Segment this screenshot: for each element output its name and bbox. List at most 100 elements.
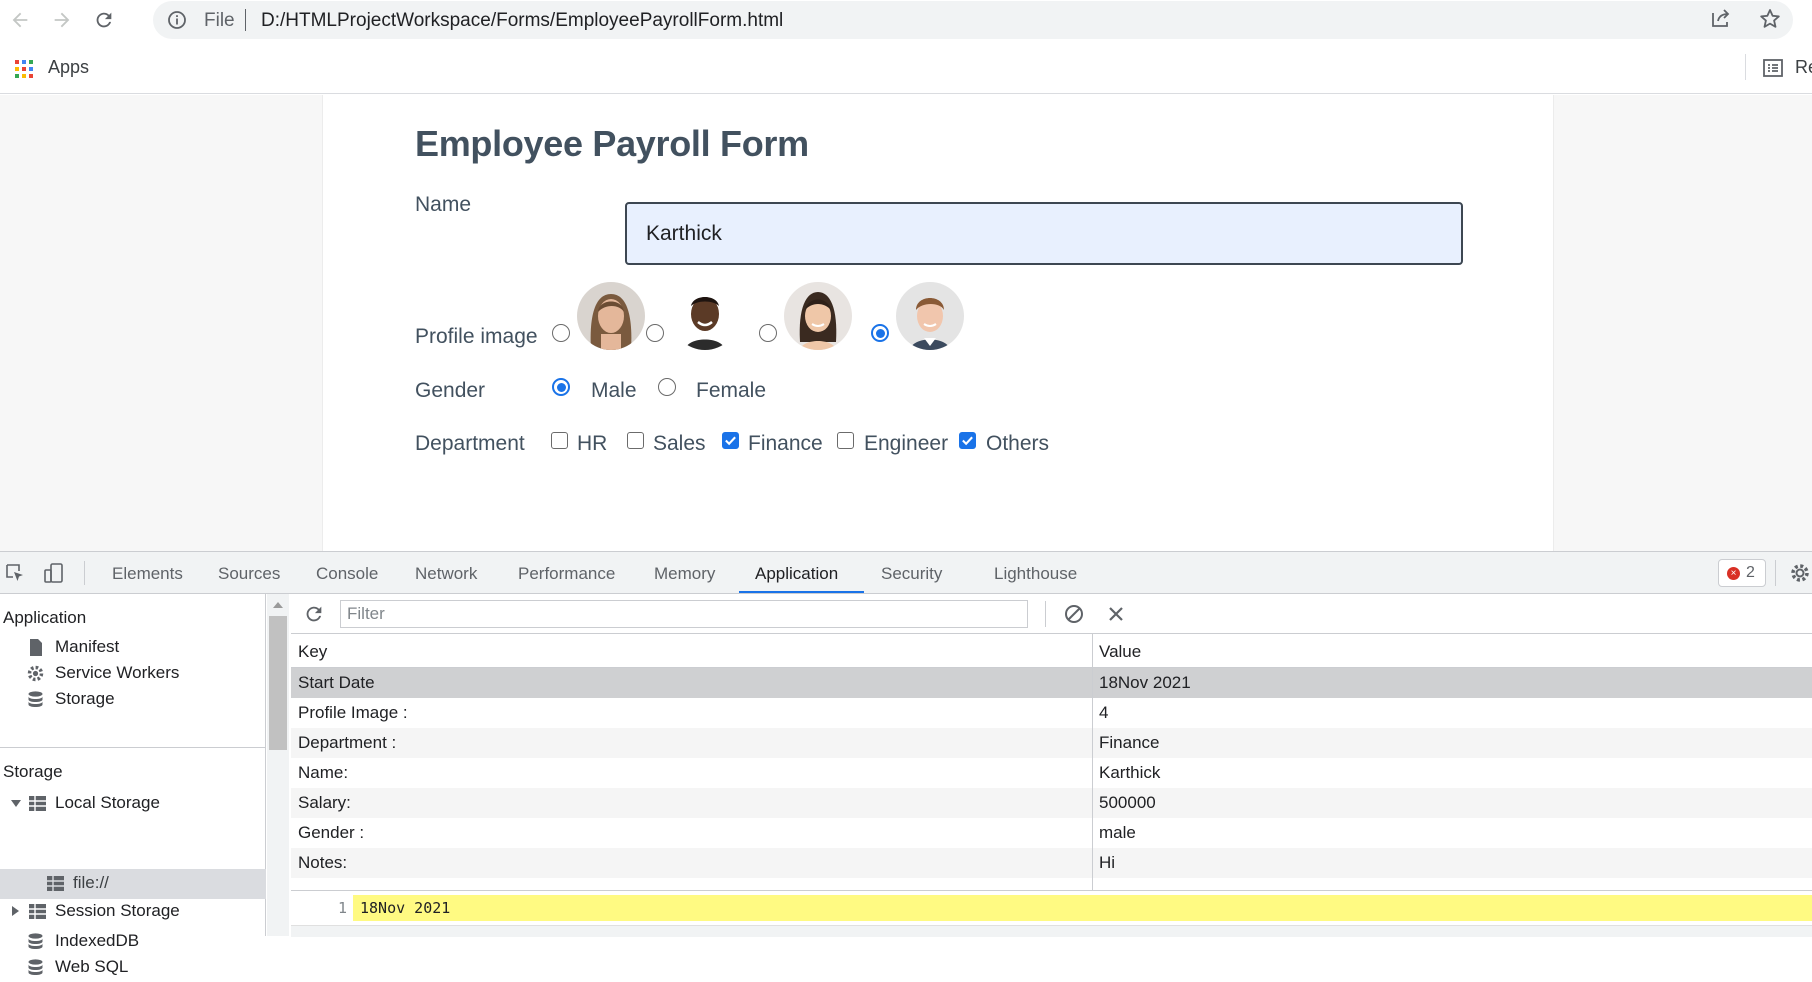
table-row[interactable]: Start Date 18Nov 2021 [291, 668, 1812, 698]
department-engineer-checkbox[interactable] [837, 432, 854, 449]
reading-list-icon[interactable] [1761, 56, 1785, 80]
department-finance-checkbox[interactable] [722, 432, 739, 449]
sidebar-item-label: Web SQL [55, 957, 129, 976]
table-icon [29, 796, 46, 811]
tab-memory[interactable]: Memory [654, 564, 715, 584]
tab-security[interactable]: Security [881, 564, 942, 584]
column-divider[interactable] [1092, 634, 1093, 890]
collapse-arrow-icon[interactable] [12, 906, 19, 916]
profile-radio-3[interactable] [759, 324, 777, 342]
tab-lighthouse[interactable]: Lighthouse [994, 564, 1077, 584]
sidebar-item-session-storage[interactable]: Session Storage [8, 898, 258, 926]
profile-radio-1[interactable] [552, 324, 570, 342]
close-icon[interactable] [1105, 603, 1127, 625]
apps-bookmark[interactable]: Apps [48, 57, 89, 78]
scroll-up-icon[interactable] [273, 602, 283, 608]
department-others-checkbox[interactable] [959, 432, 976, 449]
filter-input[interactable] [340, 600, 1028, 628]
column-header-value[interactable]: Value [1099, 642, 1141, 662]
gender-female-radio[interactable] [658, 378, 676, 396]
department-hr-checkbox[interactable] [551, 432, 568, 449]
scrollbar-thumb[interactable] [269, 616, 287, 750]
error-icon: × [1727, 567, 1740, 580]
sidebar-item-service-workers[interactable]: Service Workers [26, 660, 256, 688]
sidebar-item-label: Storage [55, 689, 115, 708]
profile-avatar-2[interactable] [671, 282, 739, 350]
table-row[interactable]: Name: Karthick [291, 758, 1812, 788]
department-hr-label[interactable]: HR [577, 432, 607, 456]
table-row[interactable]: Department : Finance [291, 728, 1812, 758]
column-header-key[interactable]: Key [298, 642, 327, 662]
gender-label: Gender [415, 379, 486, 402]
profile-radio-4[interactable] [871, 324, 889, 342]
row-value: Karthick [1099, 763, 1161, 782]
row-key: Profile Image : [298, 703, 408, 722]
tab-performance[interactable]: Performance [518, 564, 615, 584]
reload-icon [96, 12, 112, 28]
star-icon[interactable] [1758, 7, 1782, 31]
inspect-element-icon[interactable] [4, 562, 26, 584]
expand-arrow-icon[interactable] [11, 800, 21, 807]
sidebar-item-web-sql[interactable]: Web SQL [26, 954, 256, 982]
tab-elements[interactable]: Elements [112, 564, 183, 584]
forward-button[interactable] [46, 4, 78, 36]
gear-icon[interactable] [1789, 562, 1811, 584]
tab-application[interactable]: Application [755, 564, 838, 584]
name-input[interactable] [625, 202, 1463, 265]
table-row[interactable]: Profile Image : 4 [291, 698, 1812, 728]
back-button[interactable] [4, 4, 36, 36]
browser-toolbar: File D:/HTMLProjectWorkspace/Forms/Emplo… [0, 0, 1812, 40]
url-text[interactable]: D:/HTMLProjectWorkspace/Forms/EmployeePa… [261, 10, 783, 32]
department-label: Department [415, 432, 525, 455]
gender-male-label[interactable]: Male [591, 379, 637, 403]
tab-sources[interactable]: Sources [218, 564, 280, 584]
table-row[interactable]: Notes: Hi [291, 848, 1812, 878]
apps-grid-icon[interactable] [14, 59, 34, 79]
gender-female-label[interactable]: Female [696, 379, 766, 403]
refresh-icon[interactable] [303, 603, 325, 625]
table-row[interactable]: Salary: 500000 [291, 788, 1812, 818]
arrow-right-icon [54, 12, 70, 28]
profile-avatar-1[interactable] [577, 282, 645, 350]
clear-all-icon[interactable] [1063, 603, 1085, 625]
local-storage-view: Key Value Start Date 18Nov 2021 Profile … [291, 594, 1812, 937]
device-toolbar-icon[interactable] [43, 562, 65, 584]
female-avatar-icon [577, 282, 645, 350]
table-icon [47, 876, 64, 891]
profile-radio-2[interactable] [646, 324, 664, 342]
department-engineer-label[interactable]: Engineer [864, 432, 948, 456]
tabbar-separator-right [1775, 560, 1776, 586]
row-key: Gender : [298, 823, 365, 842]
row-value: Finance [1099, 733, 1160, 752]
preview-text[interactable]: 18Nov 2021 [360, 899, 450, 917]
tab-console[interactable]: Console [316, 564, 378, 584]
sidebar-item-manifest[interactable]: Manifest [26, 634, 256, 662]
highlighted-line [353, 895, 1812, 921]
sidebar-item-storage[interactable]: Storage [26, 686, 256, 714]
sidebar-item-file-origin[interactable]: file:// [46, 870, 256, 898]
info-icon[interactable] [167, 10, 187, 30]
department-finance-label[interactable]: Finance [748, 432, 823, 456]
row-value: Hi [1099, 853, 1116, 872]
error-count: 2 [1746, 564, 1755, 581]
tab-network[interactable]: Network [415, 564, 477, 584]
sidebar-item-local-storage[interactable]: Local Storage [8, 790, 258, 818]
sidebar-scrollbar[interactable] [267, 594, 289, 936]
share-icon[interactable] [1709, 7, 1733, 31]
sidebar-item-indexeddb[interactable]: IndexedDB [26, 928, 256, 956]
department-sales-checkbox[interactable] [627, 432, 644, 449]
row-value: 4 [1099, 703, 1109, 722]
address-bar[interactable]: File D:/HTMLProjectWorkspace/Forms/Emplo… [153, 1, 1793, 39]
department-sales-label[interactable]: Sales [653, 432, 706, 456]
active-tab-indicator [739, 591, 864, 593]
profile-avatar-3[interactable] [784, 282, 852, 350]
table-row[interactable]: Gender : male [291, 818, 1812, 848]
profile-avatar-4[interactable] [896, 282, 964, 350]
reading-list-label[interactable]: Re [1795, 57, 1812, 78]
reload-button[interactable] [88, 4, 120, 36]
error-count-badge[interactable]: × 2 [1718, 559, 1766, 587]
sidebar-item-label: Service Workers [55, 663, 180, 682]
devtools-panel: Elements Sources Console Network Perform… [0, 551, 1812, 976]
department-others-label[interactable]: Others [986, 432, 1049, 456]
gender-male-radio[interactable] [552, 378, 570, 396]
